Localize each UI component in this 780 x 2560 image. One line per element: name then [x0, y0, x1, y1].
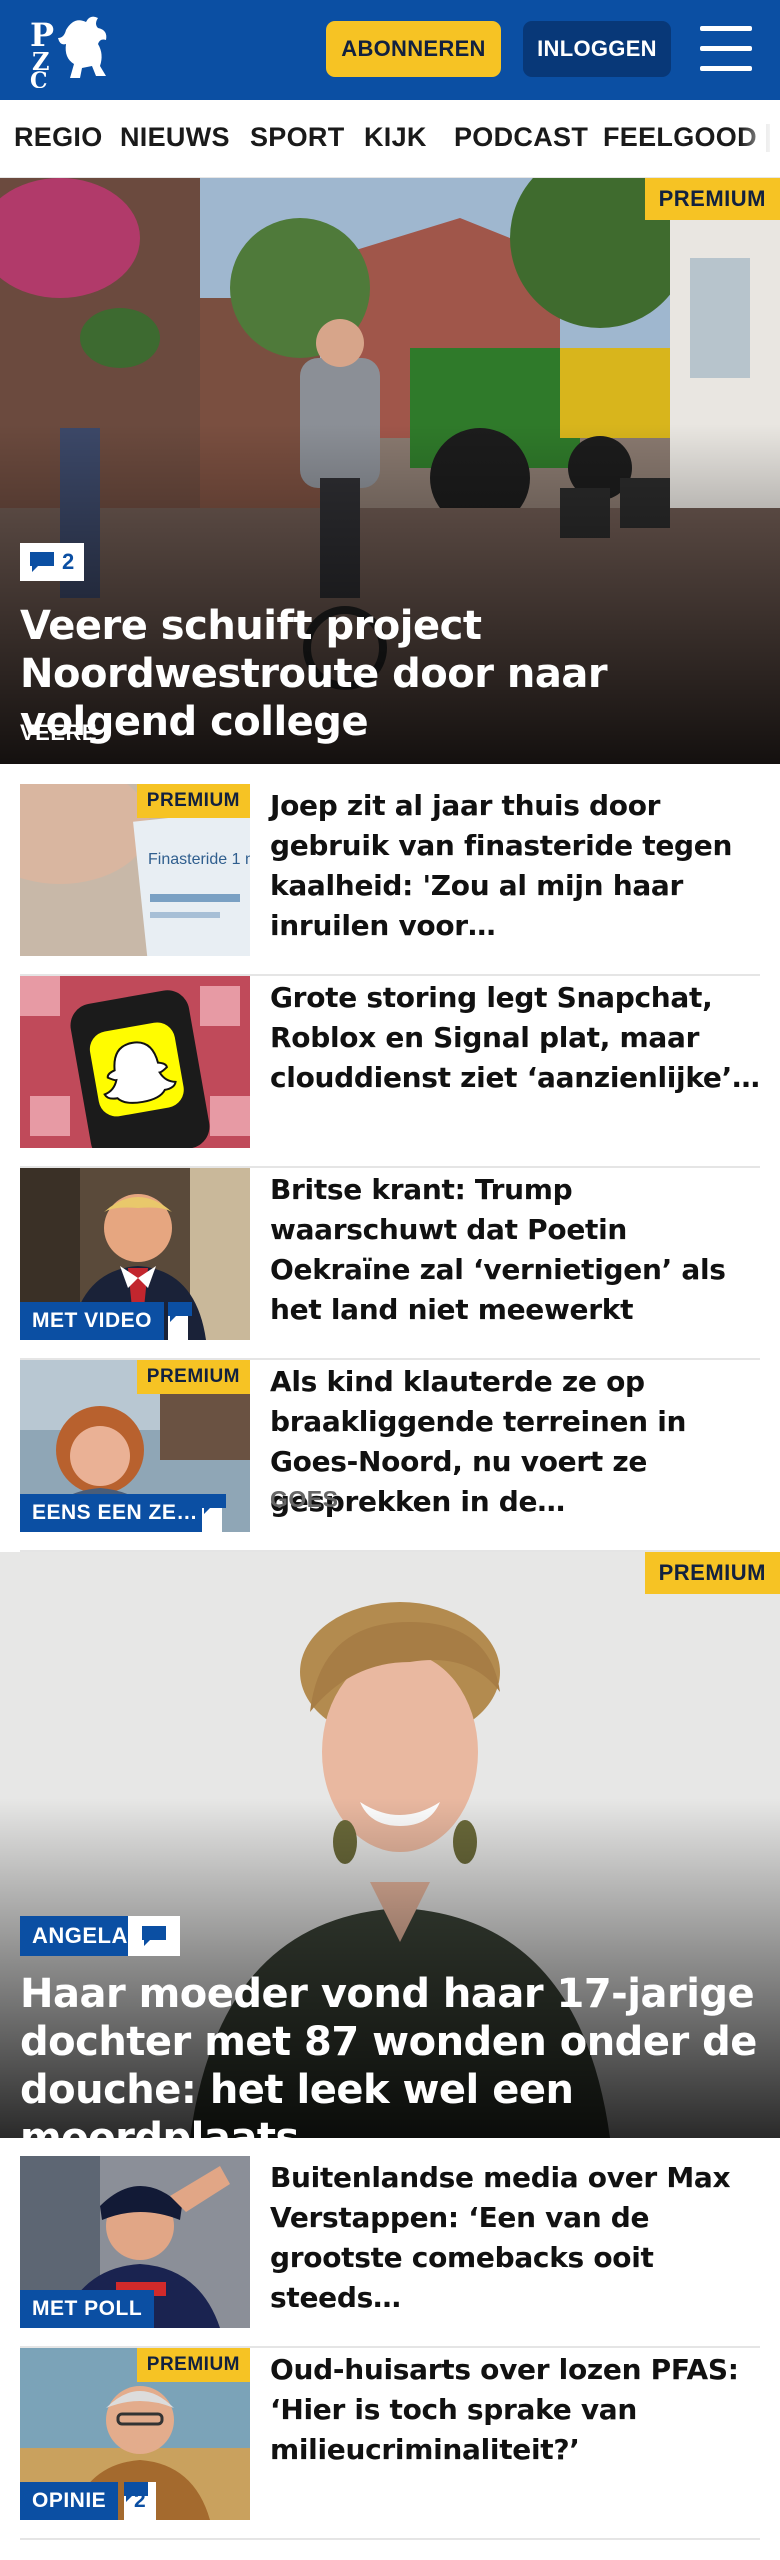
- article-headline[interactable]: Als kind klauterde ze op braaklig­gende …: [270, 1362, 760, 1522]
- article-thumbnail: MET VIDEO: [20, 1168, 250, 1340]
- category-nav: REGIO NIEUWS SPORT KIJK PODCAST FEELGOOD: [0, 100, 780, 178]
- article-thumbnail: PREMIUM OPINIE 2: [20, 2348, 250, 2520]
- article-headline[interactable]: Britse krant: Trump waarschuwt dat Poeti…: [270, 1170, 760, 1330]
- nav-item-kijk[interactable]: KIJK: [364, 122, 427, 153]
- nav-item-nieuws[interactable]: NIEUWS: [120, 122, 230, 153]
- premium-badge: PREMIUM: [136, 1360, 250, 1394]
- nav-fade: [740, 100, 780, 177]
- region-label: GOES: [270, 1486, 339, 1512]
- section-tag: EENS EEN ZE…: [20, 1494, 210, 1532]
- list-item[interactable]: Finasteride 1 mg PREMIUM Joep zit al jaa…: [20, 784, 760, 976]
- pzc-logo[interactable]: P Z C: [28, 12, 118, 94]
- comment-chip[interactable]: 2: [124, 2482, 156, 2520]
- list-item[interactable]: PREMIUM EENS EEN ZE… Als kind klauterde …: [20, 1360, 760, 1552]
- comment-chip[interactable]: [202, 1494, 226, 1532]
- comment-bubble-icon: [142, 1926, 166, 1946]
- hero-headline[interactable]: Haar moeder vond haar 17-jarige dochter …: [20, 1970, 760, 2138]
- premium-badge: PREMIUM: [136, 784, 250, 818]
- premium-badge: PREMIUM: [644, 178, 780, 220]
- comment-bubble-icon: [202, 1494, 226, 1514]
- list-item[interactable]: PREMIUM OPINIE 2 Oud-huisarts over lozen…: [20, 2348, 760, 2540]
- site-header: P Z C ABONNEREN INLOGGEN: [0, 0, 780, 100]
- hero-headline[interactable]: Veere schuift project Noordwestroute doo…: [20, 602, 760, 746]
- article-headline[interactable]: Oud-huisarts over lozen PFAS: ‘Hier is t…: [270, 2350, 760, 2470]
- comment-bubble-icon: [124, 2482, 148, 2502]
- hero-region-label: VEERE: [20, 720, 98, 745]
- comment-bubble-icon: [30, 552, 54, 572]
- hamburger-menu-icon[interactable]: [700, 26, 752, 72]
- subscribe-button[interactable]: ABONNEREN: [326, 21, 501, 77]
- list-item[interactable]: Grote storing legt Snapchat, Roblox en S…: [20, 976, 760, 1168]
- hero-article-angela[interactable]: PREMIUM ANGELA Haar moeder vond haar 17-…: [0, 1552, 780, 2138]
- comment-count-chip[interactable]: 2: [20, 543, 85, 581]
- nav-item-feelgood[interactable]: FEELGOOD: [603, 122, 757, 153]
- article-thumbnail: Finasteride 1 mg PREMIUM: [20, 784, 250, 956]
- article-thumbnail: [20, 976, 250, 1148]
- opinion-tag: OPINIE: [20, 2482, 119, 2520]
- article-thumbnail: MET POLL: [20, 2156, 250, 2328]
- comment-count: 2: [62, 549, 75, 574]
- comment-bubble-icon: [168, 1302, 192, 1322]
- nav-item-sport[interactable]: SPORT: [250, 122, 345, 153]
- poll-tag: MET POLL: [20, 2290, 155, 2328]
- login-button[interactable]: INLOGGEN: [523, 21, 671, 77]
- article-headline[interactable]: Joep zit al jaar thuis door gebruik van …: [270, 786, 760, 946]
- nav-item-regio[interactable]: REGIO: [14, 122, 103, 153]
- nav-item-podcast[interactable]: PODCAST: [454, 122, 588, 153]
- article-thumbnail: PREMIUM EENS EEN ZE…: [20, 1360, 250, 1532]
- section-tag: ANGELA: [20, 1916, 140, 1956]
- article-headline[interactable]: Grote storing legt Snapchat, Roblox en S…: [270, 978, 760, 1098]
- comment-chip[interactable]: [128, 1916, 180, 1956]
- svg-text:C: C: [30, 68, 48, 88]
- premium-badge: PREMIUM: [136, 2348, 250, 2382]
- comment-chip[interactable]: [168, 1302, 192, 1340]
- thumb-image-snapchat: [20, 976, 250, 1148]
- premium-badge: PREMIUM: [644, 1552, 780, 1594]
- list-item[interactable]: MET POLL Buitenlandse media over Max Ver…: [20, 2156, 760, 2348]
- video-tag: MET VIDEO: [20, 1302, 165, 1340]
- article-headline[interactable]: Buitenlandse media over Max Verstappen: …: [270, 2158, 760, 2318]
- list-item[interactable]: MET VIDEO Britse krant: Trump waarschuwt…: [20, 1168, 760, 1360]
- hero-article-veere[interactable]: PREMIUM 2 Veere schuift project Noordwes…: [0, 178, 780, 764]
- svg-text:Finasteride 1 mg: Finasteride 1 mg: [148, 851, 250, 868]
